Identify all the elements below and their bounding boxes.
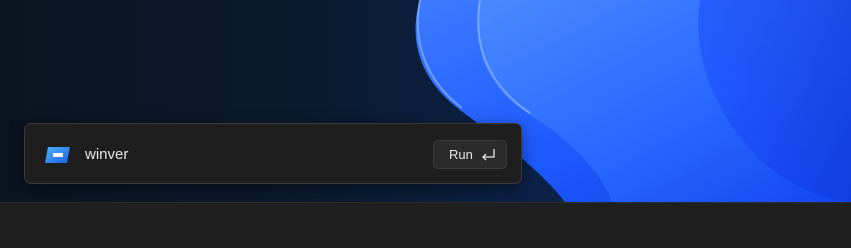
run-button[interactable]: Run	[433, 140, 507, 169]
run-button-label: Run	[449, 146, 473, 162]
enter-key-icon	[482, 149, 495, 161]
command-input[interactable]: winver	[85, 145, 128, 165]
run-command-box: winver Run	[24, 123, 522, 184]
winver-app-icon	[45, 147, 70, 163]
taskbar	[0, 202, 851, 248]
